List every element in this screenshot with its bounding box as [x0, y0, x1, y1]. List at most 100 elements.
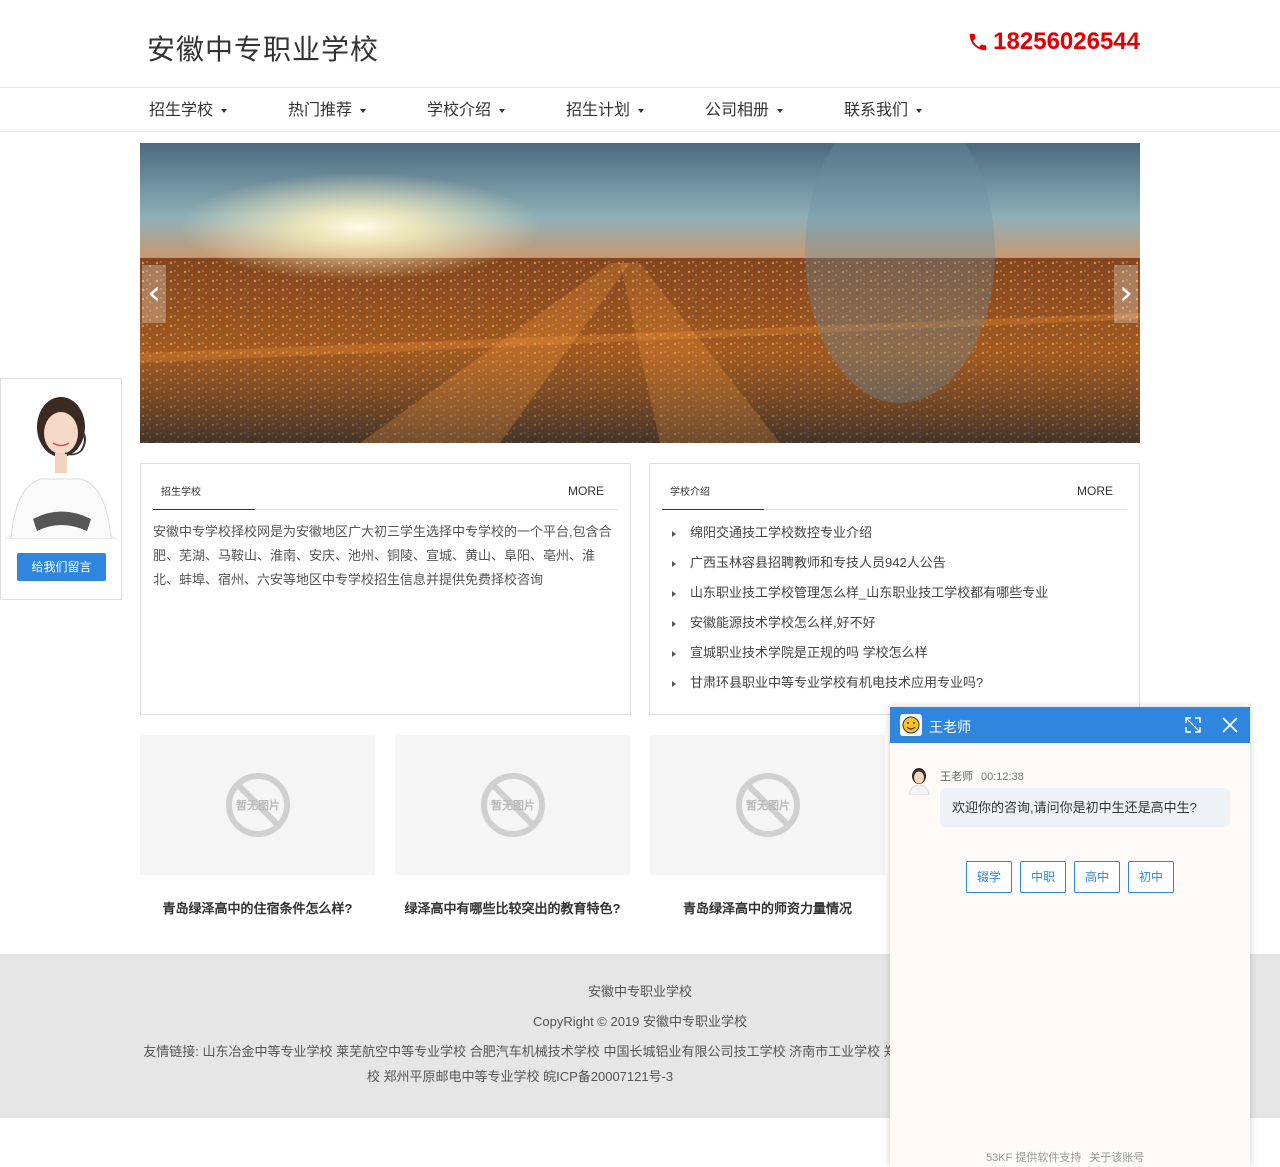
caret-down-icon — [638, 108, 645, 113]
article-card[interactable]: 暂无图片 绿泽高中有哪些比较突出的教育特色? — [395, 735, 630, 917]
triangle-right-icon — [672, 530, 676, 537]
panel-header: 学校介绍 MORE — [662, 464, 1127, 510]
more-link[interactable]: MORE — [568, 484, 604, 498]
no-image-placeholder: 暂无图片 — [140, 735, 375, 875]
chat-title: 王老师 — [929, 719, 971, 735]
friend-link[interactable]: 莱芜航空中等专业学校 — [336, 1044, 466, 1059]
maximize-icon[interactable] — [1184, 716, 1202, 734]
panel-title: 学校介绍 — [662, 464, 764, 510]
placeholder-text: 暂无图片 — [491, 798, 535, 812]
message-meta: 王老师 00:12:38 — [940, 768, 1024, 784]
banner-image — [140, 143, 1140, 443]
chat-window: 王老师 王老师 00:12:38 欢迎你的咨询,请问你是初中生还是高中生? 辍学 … — [890, 707, 1250, 1167]
site-header: 安徽中专职业学校 18256026544 — [0, 0, 1280, 88]
nav-item-school-intro[interactable]: 学校介绍 — [427, 89, 566, 132]
chevron-left-icon: ‹ — [147, 273, 161, 313]
no-image-icon: 暂无图片 — [735, 773, 800, 837]
page: 安徽中专职业学校 18256026544 招生学校 热门推荐 学校介绍 招生计划… — [0, 0, 1280, 1167]
placeholder-text: 暂无图片 — [236, 798, 280, 812]
about-account-link[interactable]: 关于该账号 — [1089, 1152, 1144, 1164]
more-link[interactable]: MORE — [1077, 484, 1113, 498]
icp-link[interactable]: 皖ICP备20007121号-3 — [543, 1069, 673, 1084]
agent-avatar — [905, 765, 933, 795]
nav-label: 热门推荐 — [288, 102, 353, 119]
nav-item-enrollment-schools[interactable]: 招生学校 — [149, 89, 288, 132]
provider-link[interactable]: 53KF 提供软件支持 — [986, 1152, 1081, 1164]
no-image-icon: 暂无图片 — [480, 773, 545, 837]
news-title: 山东职业技工学校管理怎么样_山东职业技工学校都有哪些专业 — [690, 585, 1049, 600]
phone-number: 18256026544 — [967, 28, 1140, 56]
triangle-right-icon — [672, 650, 676, 657]
caret-down-icon — [777, 108, 784, 113]
friend-links: 友情链接: 山东冶金中等专业学校 莱芜航空中等专业学校 合肥汽车机械技术学校 中… — [140, 1039, 900, 1091]
nav-label: 公司相册 — [705, 102, 770, 119]
no-image-placeholder: 暂无图片 — [395, 735, 630, 875]
quick-reply-option[interactable]: 高中 — [1074, 861, 1121, 893]
panel-title: 招生学校 — [153, 464, 255, 510]
quick-reply-option[interactable]: 辍学 — [966, 861, 1013, 893]
enrollment-panel: 招生学校 MORE 安徽中专学校择校网是为安徽地区广大初三学生选择中专学校的一个… — [140, 463, 631, 715]
friend-link[interactable]: 郑州平原邮电中等专业学校 — [383, 1069, 539, 1084]
nav-item-contact[interactable]: 联系我们 — [844, 89, 983, 132]
caret-down-icon — [360, 108, 367, 113]
friend-link[interactable]: 合肥汽车机械技术学校 — [470, 1044, 600, 1059]
triangle-right-icon — [672, 560, 676, 567]
friend-link[interactable]: 中国长城铝业有限公司技工学校 — [603, 1044, 785, 1059]
message-bubble: 欢迎你的咨询,请问你是初中生还是高中生? — [940, 788, 1230, 827]
chevron-right-icon: › — [1119, 273, 1133, 313]
news-list: 绵阳交通技工学校数控专业介绍 广西玉林容县招聘教师和专技人员942人公告 山东职… — [672, 521, 1048, 701]
school-intro-panel: 学校介绍 MORE 绵阳交通技工学校数控专业介绍 广西玉林容县招聘教师和专技人员… — [649, 463, 1140, 715]
panel-header: 招生学校 MORE — [153, 464, 618, 510]
nav-item-recommended[interactable]: 热门推荐 — [288, 89, 427, 132]
phone-number-text: 18256026544 — [993, 28, 1140, 55]
no-image-placeholder: 暂无图片 — [650, 735, 885, 875]
carousel-prev-button[interactable]: ‹ — [142, 265, 166, 323]
news-title: 宣城职业技术学院是正规的吗 学校怎么样 — [690, 645, 928, 660]
site-title[interactable]: 安徽中专职业学校 — [147, 28, 379, 68]
card-caption[interactable]: 青岛绿泽高中的住宿条件怎么样? — [140, 898, 375, 917]
nav-item-enrollment-plan[interactable]: 招生计划 — [566, 89, 705, 132]
article-card[interactable]: 暂无图片 青岛绿泽高中的师资力量情况 — [650, 735, 885, 917]
carousel-next-button[interactable]: › — [1114, 265, 1138, 323]
no-image-icon: 暂无图片 — [225, 773, 290, 837]
nav-label: 招生计划 — [566, 102, 631, 119]
nav-item-photo-album[interactable]: 公司相册 — [705, 89, 844, 132]
news-title: 甘肃环县职业中等专业学校有机电技术应用专业吗? — [690, 675, 984, 690]
caret-down-icon — [916, 108, 923, 113]
list-item[interactable]: 安徽能源技术学校怎么样,好不好 — [672, 611, 1048, 641]
phone-icon — [969, 33, 987, 51]
caret-down-icon — [499, 108, 506, 113]
caret-down-icon — [221, 108, 228, 113]
agent-name: 王老师 — [940, 771, 973, 783]
news-title: 广西玉林容县招聘教师和专技人员942人公告 — [690, 555, 946, 570]
article-card[interactable]: 暂无图片 青岛绿泽高中的住宿条件怎么样? — [140, 735, 375, 917]
main-nav: 招生学校 热门推荐 学校介绍 招生计划 公司相册 联系我们 — [0, 89, 1280, 132]
friend-link[interactable]: 济南市工业学校 — [789, 1044, 880, 1059]
news-title: 绵阳交通技工学校数控专业介绍 — [690, 525, 873, 540]
quick-reply-option[interactable]: 初中 — [1128, 861, 1175, 893]
quick-reply-option[interactable]: 中职 — [1020, 861, 1067, 893]
smiley-logo-icon — [900, 714, 922, 736]
triangle-right-icon — [672, 680, 676, 687]
quick-reply-options: 辍学 中职 高中 初中 — [966, 861, 1175, 893]
friend-link[interactable]: 山东冶金中等专业学校 — [203, 1044, 333, 1059]
list-item[interactable]: 甘肃环县职业中等专业学校有机电技术应用专业吗? — [672, 671, 1048, 701]
triangle-right-icon — [672, 590, 676, 597]
chat-header: 王老师 — [890, 707, 1250, 743]
banner-carousel[interactable]: ‹ › — [140, 143, 1140, 443]
message-time: 00:12:38 — [981, 771, 1024, 783]
list-item[interactable]: 宣城职业技术学院是正规的吗 学校怎么样 — [672, 641, 1048, 671]
card-caption[interactable]: 青岛绿泽高中的师资力量情况 — [650, 898, 885, 917]
friend-link-fragment: 校 — [366, 1069, 380, 1084]
list-item[interactable]: 广西玉林容县招聘教师和专技人员942人公告 — [672, 551, 1048, 581]
leave-message-button[interactable]: 给我们留言 — [17, 553, 106, 581]
close-icon[interactable] — [1220, 715, 1240, 735]
list-item[interactable]: 山东职业技工学校管理怎么样_山东职业技工学校都有哪些专业 — [672, 581, 1048, 611]
card-caption[interactable]: 绿泽高中有哪些比较突出的教育特色? — [395, 898, 630, 917]
list-item[interactable]: 绵阳交通技工学校数控专业介绍 — [672, 521, 1048, 551]
friend-links-label: 友情链接: — [143, 1044, 199, 1059]
customer-service-avatar — [1, 379, 121, 539]
consult-side-widget: 给我们留言 — [0, 378, 122, 600]
news-title: 安徽能源技术学校怎么样,好不好 — [690, 615, 876, 630]
nav-label: 学校介绍 — [427, 102, 492, 119]
